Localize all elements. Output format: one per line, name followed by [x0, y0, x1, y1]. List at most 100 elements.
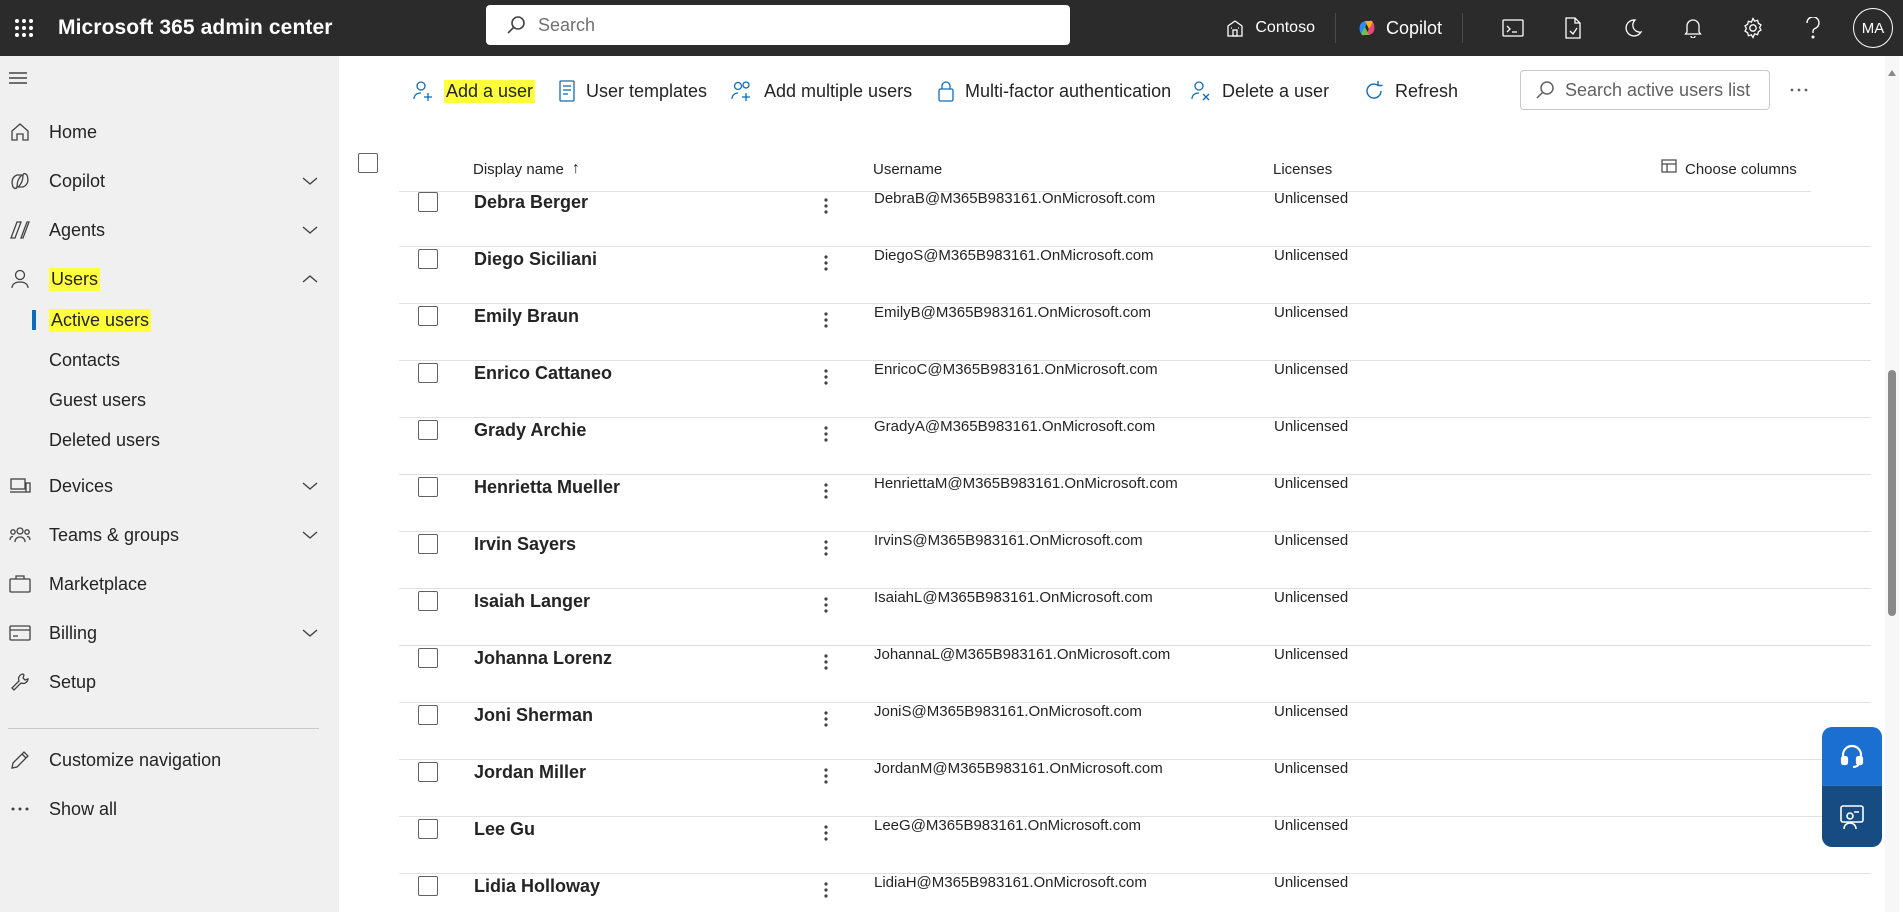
dark-mode-icon[interactable] — [1603, 0, 1663, 56]
row-checkbox[interactable] — [418, 363, 438, 383]
display-name-cell[interactable]: Isaiah Langer — [474, 591, 590, 612]
user-templates-button[interactable]: User templates — [558, 76, 707, 106]
display-name-cell[interactable]: Irvin Sayers — [474, 534, 576, 555]
more-actions-icon[interactable] — [818, 194, 834, 218]
nav-item-devices[interactable]: Devices — [0, 466, 339, 506]
more-actions-icon[interactable] — [818, 878, 834, 902]
settings-gear-icon[interactable] — [1723, 0, 1783, 56]
nav-item-copilot[interactable]: Copilot — [0, 161, 339, 201]
select-all-checkbox[interactable] — [358, 153, 378, 173]
row-checkbox[interactable] — [418, 705, 438, 725]
table-row[interactable]: Lidia Holloway LidiaH@M365B983161.OnMicro… — [399, 874, 1871, 912]
table-row[interactable]: Debra Berger DebraB@M365B983161.OnMicroso… — [399, 190, 1871, 247]
choose-columns-button[interactable]: Choose columns — [1661, 146, 1797, 192]
more-actions-icon[interactable] — [818, 536, 834, 560]
feedback-chat-icon[interactable] — [1822, 785, 1882, 847]
nav-item-users[interactable]: Users — [0, 259, 339, 299]
more-actions-icon[interactable] — [818, 422, 834, 446]
shell-icon[interactable] — [1483, 0, 1543, 56]
more-actions-icon[interactable] — [818, 707, 834, 731]
divider — [1334, 13, 1336, 43]
licenses-column-header[interactable]: Licenses — [1273, 146, 1332, 192]
row-checkbox[interactable] — [418, 876, 438, 896]
nav-item-customize-navigation[interactable]: Customize navigation — [0, 740, 339, 780]
notifications-bell-icon[interactable] — [1663, 0, 1723, 56]
nav-item-home[interactable]: Home — [0, 112, 339, 152]
table-row[interactable]: Diego Siciliani DiegoS@M365B983161.OnMicr… — [399, 247, 1871, 304]
display-name-cell[interactable]: Emily Braun — [474, 306, 579, 327]
hamburger-menu-icon[interactable] — [8, 68, 30, 90]
table-row[interactable]: Emily Braun EmilyB@M365B983161.OnMicrosof… — [399, 304, 1871, 361]
more-actions-icon[interactable] — [818, 650, 834, 674]
refresh-button[interactable]: Refresh — [1363, 76, 1458, 106]
global-search-input[interactable]: Search — [486, 5, 1070, 45]
more-actions-icon[interactable] — [818, 764, 834, 788]
nav-item-setup[interactable]: Setup — [0, 662, 339, 702]
nav-item-guest-users[interactable]: Guest users — [0, 382, 339, 418]
display-name-cell[interactable]: Enrico Cattaneo — [474, 363, 612, 384]
row-checkbox[interactable] — [418, 306, 438, 326]
more-actions-icon[interactable] — [818, 821, 834, 845]
scrollbar-thumb[interactable] — [1888, 370, 1896, 616]
more-options-icon[interactable] — [1779, 74, 1819, 106]
nav-item-billing[interactable]: Billing — [0, 613, 339, 653]
nav-label: Billing — [49, 622, 98, 643]
row-checkbox[interactable] — [418, 819, 438, 839]
more-actions-icon[interactable] — [818, 365, 834, 389]
display-name-cell[interactable]: Debra Berger — [474, 192, 588, 213]
more-actions-icon[interactable] — [818, 308, 834, 332]
more-actions-icon[interactable] — [818, 251, 834, 275]
display-name-cell[interactable]: Grady Archie — [474, 420, 586, 441]
table-row[interactable]: Irvin Sayers IrvinS@M365B983161.OnMicroso… — [399, 532, 1871, 589]
display-name-column-header[interactable]: Display name ↑ — [473, 146, 580, 192]
nav-item-marketplace[interactable]: Marketplace — [0, 564, 339, 604]
table-row[interactable]: Jordan Miller JordanM@M365B983161.OnMicro… — [399, 760, 1871, 817]
table-row[interactable]: Isaiah Langer IsaiahL@M365B983161.OnMicro… — [399, 589, 1871, 646]
display-name-cell[interactable]: Lee Gu — [474, 819, 535, 840]
mfa-button[interactable]: Multi-factor authentication — [937, 76, 1171, 106]
table-row[interactable]: Henrietta Mueller HenriettaM@M365B983161.… — [399, 475, 1871, 532]
nav-item-teams-groups[interactable]: Teams & groups — [0, 515, 339, 555]
display-name-cell[interactable]: Johanna Lorenz — [474, 648, 612, 669]
add-multiple-users-button[interactable]: Add multiple users — [730, 76, 912, 106]
headset-support-icon[interactable] — [1822, 727, 1882, 785]
app-launcher-icon[interactable] — [6, 10, 42, 46]
nav-item-deleted-users[interactable]: Deleted users — [0, 422, 339, 458]
nav-item-contacts[interactable]: Contacts — [0, 342, 339, 378]
row-checkbox[interactable] — [418, 762, 438, 782]
more-actions-icon[interactable] — [818, 479, 834, 503]
display-name-cell[interactable]: Jordan Miller — [474, 762, 586, 783]
row-checkbox[interactable] — [418, 648, 438, 668]
table-row[interactable]: Lee Gu LeeG@M365B983161.OnMicrosoft.com Un… — [399, 817, 1871, 874]
document-icon[interactable] — [1543, 0, 1603, 56]
table-row[interactable]: Joni Sherman JoniS@M365B983161.OnMicrosof… — [399, 703, 1871, 760]
app-title[interactable]: Microsoft 365 admin center — [58, 16, 333, 40]
more-actions-icon[interactable] — [818, 593, 834, 617]
row-checkbox[interactable] — [418, 192, 438, 212]
table-row[interactable]: Grady Archie GradyA@M365B983161.OnMicroso… — [399, 418, 1871, 475]
row-checkbox[interactable] — [418, 591, 438, 611]
nav-item-active-users[interactable]: Active users — [0, 302, 339, 338]
row-checkbox[interactable] — [418, 420, 438, 440]
help-question-icon[interactable] — [1783, 0, 1843, 56]
row-checkbox[interactable] — [418, 534, 438, 554]
scroll-up-icon[interactable] — [1887, 64, 1897, 76]
table-row[interactable]: Enrico Cattaneo EnricoC@M365B983161.OnMic… — [399, 361, 1871, 418]
display-name-cell[interactable]: Joni Sherman — [474, 705, 593, 726]
table-row[interactable]: Johanna Lorenz JohannaL@M365B983161.OnMic… — [399, 646, 1871, 703]
row-checkbox[interactable] — [418, 249, 438, 269]
tenant-switcher[interactable]: Contoso — [1225, 18, 1315, 38]
username-column-header[interactable]: Username — [873, 146, 942, 192]
display-name-cell[interactable]: Henrietta Mueller — [474, 477, 620, 498]
delete-user-button[interactable]: Delete a user — [1190, 76, 1329, 106]
display-name-cell[interactable]: Lidia Holloway — [474, 876, 600, 897]
nav-item-agents[interactable]: Agents — [0, 210, 339, 250]
search-active-users-input[interactable]: Search active users list — [1520, 70, 1770, 110]
account-avatar[interactable]: MA — [1853, 8, 1893, 48]
display-name-cell[interactable]: Diego Siciliani — [474, 249, 597, 270]
copilot-button[interactable]: Copilot — [1356, 17, 1442, 39]
add-user-button[interactable]: Add a user — [412, 76, 536, 106]
nav-item-show-all[interactable]: Show all — [0, 789, 339, 829]
nav-divider — [8, 728, 319, 729]
row-checkbox[interactable] — [418, 477, 438, 497]
